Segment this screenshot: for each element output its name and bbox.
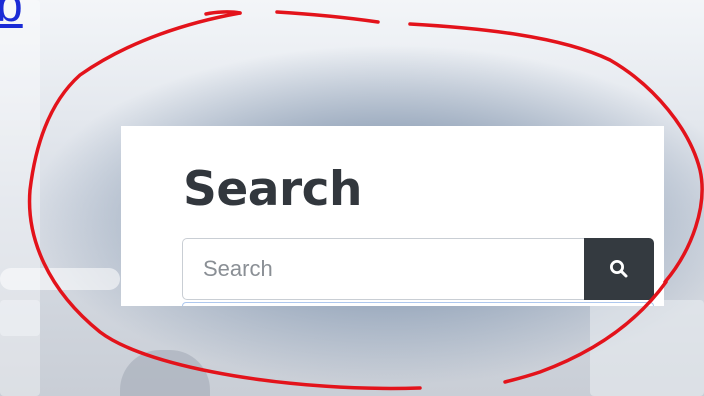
- background-blur-column: [0, 0, 40, 396]
- search-input[interactable]: [182, 238, 584, 300]
- search-group: [182, 238, 654, 300]
- search-button[interactable]: [584, 238, 654, 300]
- input-focus-outline: [182, 302, 654, 306]
- background-blur-shape: [120, 350, 210, 396]
- partial-link[interactable]: b: [0, 0, 23, 34]
- widget-title: Search: [183, 162, 362, 217]
- background-blur-shape: [0, 268, 120, 290]
- search-icon: [610, 260, 628, 278]
- background-blur-shape: [0, 300, 40, 336]
- search-widget: Search: [121, 126, 664, 306]
- background-blur-shape: [590, 300, 704, 396]
